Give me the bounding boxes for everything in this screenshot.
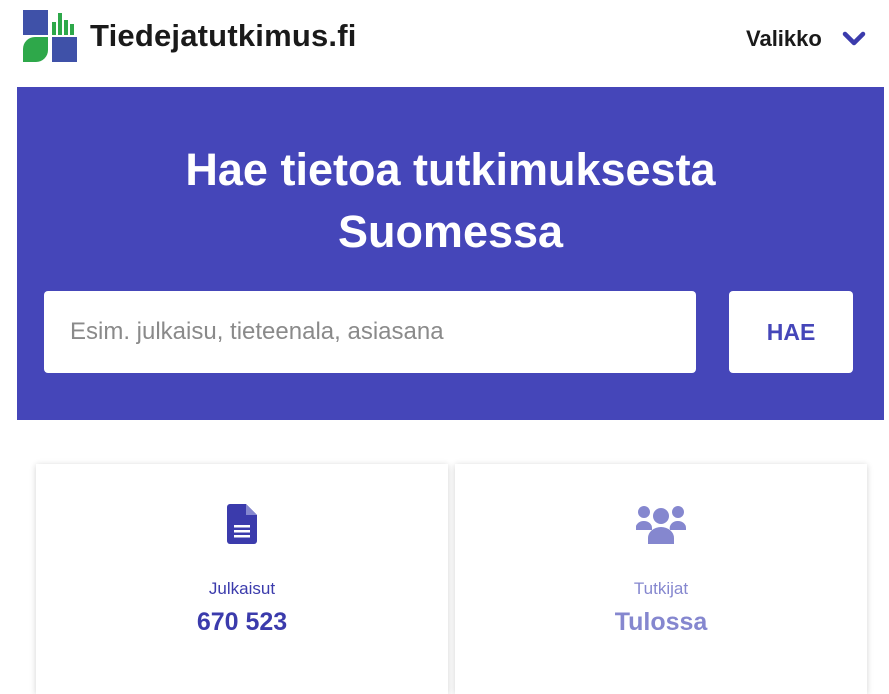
hero-title: Hae tietoa tutkimuksesta Suomessa <box>17 139 884 263</box>
search-input[interactable] <box>44 291 696 373</box>
hero-title-line-1: Hae tietoa tutkimuksesta <box>185 144 716 195</box>
publications-card[interactable]: Julkaisut 670 523 <box>36 464 448 694</box>
site-header: Tiedejatutkimus.fi Valikko <box>0 0 889 80</box>
tiedejatutkimus-logo-icon[interactable] <box>23 10 77 62</box>
card-label: Tutkijat <box>633 579 689 598</box>
document-icon <box>227 504 257 544</box>
card-icon-wrapper <box>36 504 448 544</box>
menu-toggle-button[interactable]: Valikko <box>746 24 866 54</box>
card-value: 670 523 <box>196 608 288 636</box>
chevron-down-icon <box>842 31 866 46</box>
card-label: Julkaisut <box>208 579 276 598</box>
researchers-card[interactable]: Tutkijat Tulossa <box>455 464 867 694</box>
hero-search-section: Hae tietoa tutkimuksesta Suomessa HAE <box>17 87 884 420</box>
card-value: Tulossa <box>614 608 708 636</box>
card-icon-wrapper <box>455 504 867 544</box>
search-button[interactable]: HAE <box>729 291 853 373</box>
hero-title-line-2: Suomessa <box>337 206 564 257</box>
menu-label: Valikko <box>746 26 822 51</box>
site-title[interactable]: Tiedejatutkimus.fi <box>90 18 357 54</box>
people-group-icon <box>636 506 686 544</box>
